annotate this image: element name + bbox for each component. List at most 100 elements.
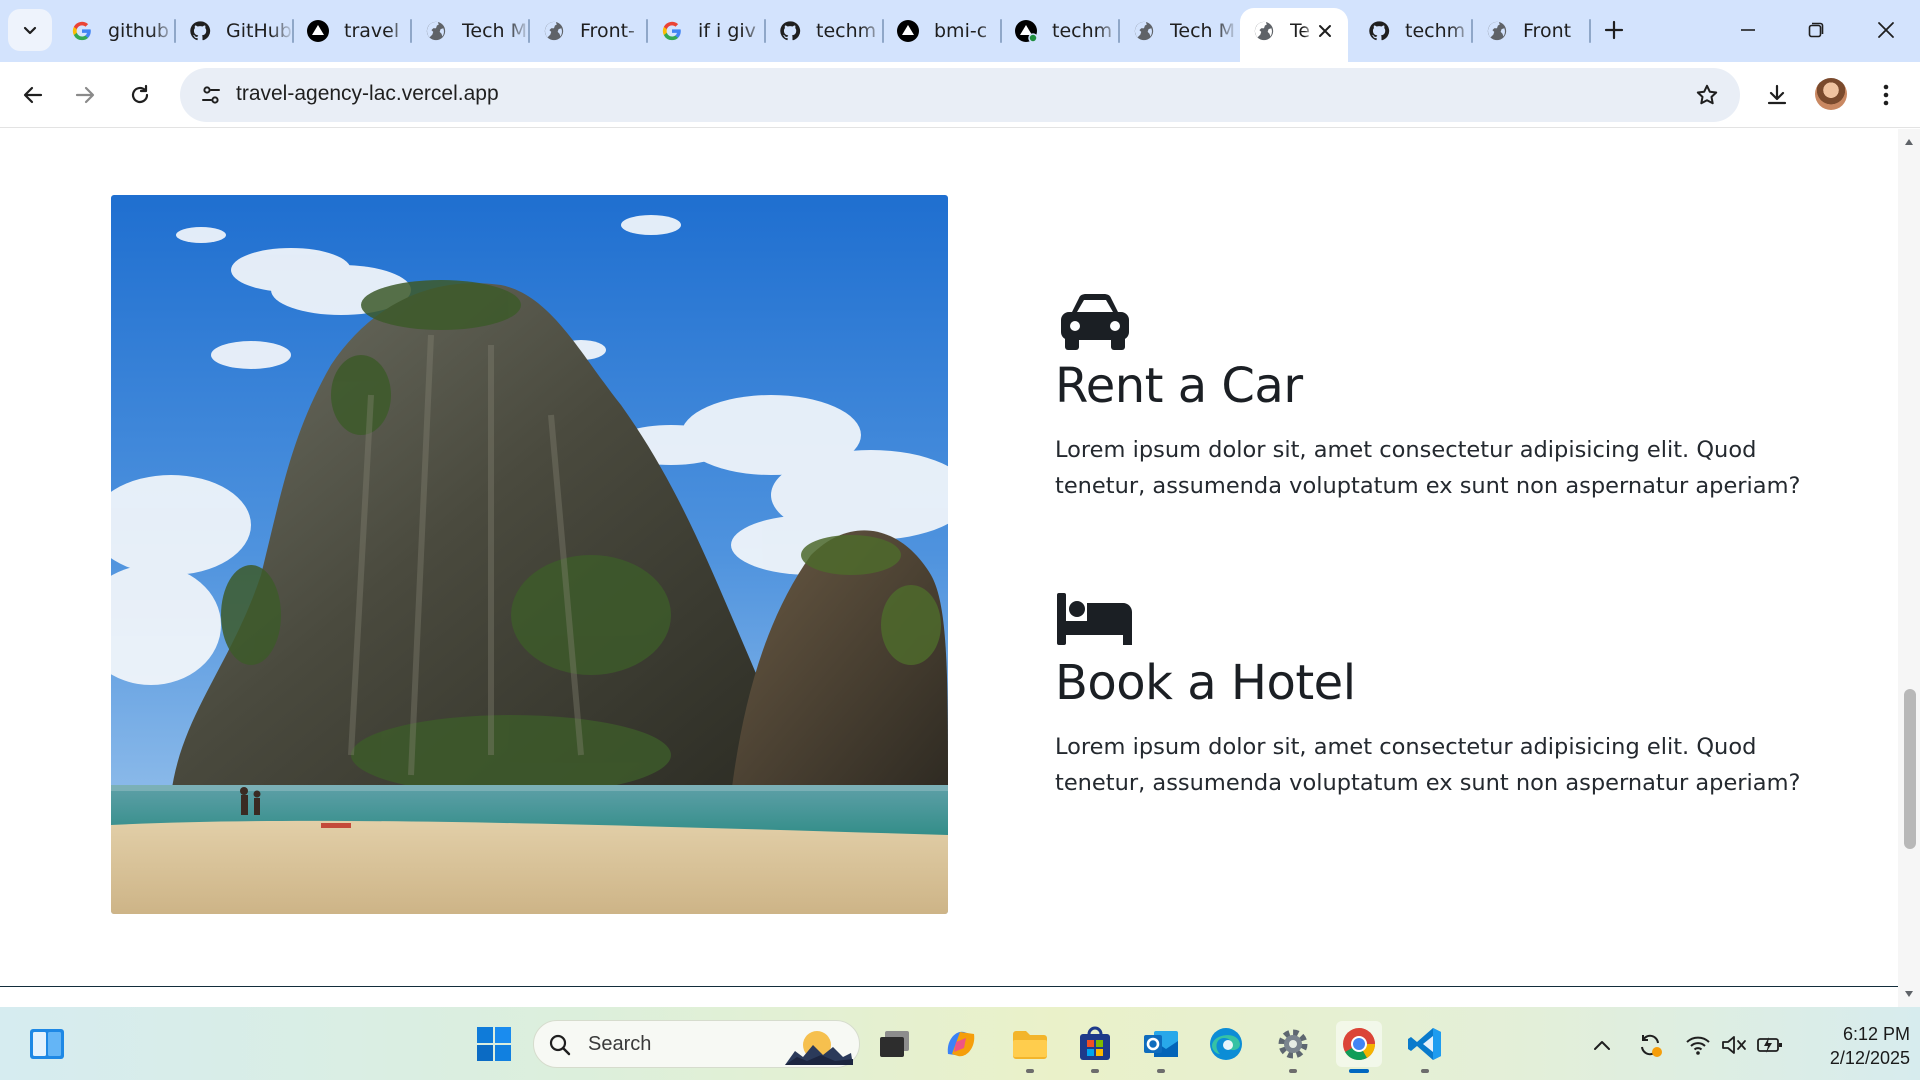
- car-icon: [1061, 294, 1129, 350]
- tab-title: Te: [1290, 20, 1311, 42]
- feature-rent-car: Rent a Car Lorem ipsum dolor sit, amet c…: [1055, 292, 1815, 504]
- restore-button[interactable]: [1782, 0, 1850, 60]
- search-highlight-icon: [785, 1031, 853, 1065]
- url-text: travel-agency-lac.vercel.app: [236, 82, 499, 105]
- close-window-button[interactable]: [1852, 0, 1920, 60]
- sync-status-button[interactable]: [1636, 1031, 1664, 1059]
- wifi-button[interactable]: [1684, 1031, 1712, 1059]
- clock-date: 2/12/2025: [1829, 1048, 1910, 1068]
- volume-button[interactable]: [1720, 1031, 1748, 1059]
- vercel-icon: [1014, 19, 1038, 43]
- edge-button[interactable]: [1203, 1021, 1249, 1067]
- chrome-button[interactable]: [1336, 1021, 1382, 1073]
- tab-title: techm: [1405, 20, 1466, 42]
- tab-title: techm: [816, 20, 877, 42]
- vscode-button[interactable]: [1402, 1021, 1448, 1073]
- running-indicator: [1421, 1069, 1429, 1073]
- reload-icon: [131, 84, 149, 104]
- widgets-icon: [30, 1029, 64, 1059]
- minimize-button[interactable]: [1714, 0, 1782, 60]
- limestone-cliff-beach-photo: [111, 195, 948, 914]
- web-page: Rent a Car Lorem ipsum dolor sit, amet c…: [0, 129, 1898, 987]
- close-tab-button[interactable]: [1312, 18, 1338, 44]
- page-scrollbar[interactable]: [1898, 129, 1920, 1007]
- tab-title: techm: [1052, 20, 1113, 42]
- show-hidden-icons-button[interactable]: [1588, 1031, 1616, 1059]
- browser-tab[interactable]: techm: [766, 9, 884, 53]
- chrome-icon: [1343, 1028, 1375, 1061]
- arrow-left-icon: [23, 86, 43, 104]
- profile-avatar[interactable]: [1815, 78, 1847, 110]
- feature-text: Lorem ipsum dolor sit, amet consectetur …: [1055, 437, 1801, 499]
- tab-title: Front: [1523, 20, 1572, 42]
- copilot-button[interactable]: [938, 1021, 984, 1067]
- bookmark-button[interactable]: [1688, 76, 1726, 114]
- forward-button[interactable]: [64, 74, 106, 116]
- scroll-up-button[interactable]: [1898, 133, 1920, 151]
- browser-tab-active[interactable]: Te: [1240, 8, 1348, 62]
- github-icon: [778, 19, 802, 43]
- caret-down-icon: [1905, 991, 1913, 997]
- file-explorer-button[interactable]: [1007, 1021, 1053, 1073]
- browser-tab[interactable]: github: [58, 9, 176, 53]
- tab-title: Tech M: [462, 20, 527, 42]
- windows-logo-icon: [477, 1027, 511, 1061]
- address-bar[interactable]: travel-agency-lac.vercel.app: [180, 68, 1740, 122]
- wifi-icon: [1686, 1036, 1710, 1055]
- taskbar-search-box[interactable]: Search: [533, 1020, 860, 1068]
- start-button[interactable]: [471, 1021, 517, 1067]
- scroll-thumb[interactable]: [1904, 689, 1916, 849]
- new-tab-button[interactable]: [1596, 12, 1632, 48]
- running-indicator: [1091, 1069, 1099, 1073]
- browser-tab[interactable]: Front-: [530, 9, 648, 53]
- scroll-down-button[interactable]: [1898, 985, 1920, 1003]
- globe-icon: [542, 19, 566, 43]
- browser-tab[interactable]: techm: [1002, 9, 1120, 53]
- feature-title: Book a Hotel: [1055, 655, 1356, 711]
- tab-title: github: [108, 20, 169, 42]
- vercel-icon: [896, 19, 920, 43]
- browser-tab[interactable]: Tech M: [1120, 9, 1238, 53]
- downloads-button[interactable]: [1756, 74, 1798, 116]
- battery-button[interactable]: [1756, 1031, 1784, 1059]
- widgets-button[interactable]: [24, 1021, 70, 1067]
- globe-icon: [1132, 19, 1156, 43]
- tab-title: Front-: [580, 20, 635, 42]
- running-indicator: [1026, 1069, 1034, 1073]
- system-clock[interactable]: 6:12 PM 2/12/2025: [1790, 1022, 1910, 1070]
- google-icon: [70, 19, 94, 43]
- search-icon: [549, 1034, 571, 1056]
- restore-icon: [1808, 22, 1824, 38]
- github-icon: [1367, 19, 1391, 43]
- browser-tab[interactable]: Tech M: [412, 9, 530, 53]
- feature-book-hotel: Book a Hotel Lorem ipsum dolor sit, amet…: [1055, 589, 1815, 801]
- copilot-icon: [947, 1031, 975, 1057]
- tab-title: bmi-c: [934, 20, 988, 42]
- browser-tab[interactable]: GitHub: [176, 9, 294, 53]
- reload-button[interactable]: [119, 74, 161, 116]
- page-footer: [0, 986, 1898, 987]
- outlook-button[interactable]: [1138, 1021, 1184, 1073]
- bed-icon: [1057, 593, 1132, 645]
- edge-icon: [1210, 1028, 1242, 1060]
- tab-search-button[interactable]: [8, 9, 52, 51]
- browser-tab[interactable]: Front: [1473, 9, 1591, 53]
- gear-icon: [1278, 1029, 1308, 1059]
- settings-button[interactable]: [1270, 1021, 1316, 1073]
- browser-menu-button[interactable]: [1865, 74, 1907, 116]
- download-icon: [1767, 84, 1787, 105]
- browser-tab[interactable]: if i giv: [648, 9, 766, 53]
- battery-charging-icon: [1757, 1037, 1782, 1053]
- browser-tab[interactable]: travel: [294, 9, 412, 53]
- store-button[interactable]: [1072, 1021, 1118, 1073]
- globe-icon: [1252, 19, 1276, 43]
- browser-tab[interactable]: techm: [1355, 9, 1473, 53]
- google-icon: [660, 19, 684, 43]
- chevron-down-icon: [23, 26, 37, 35]
- back-button[interactable]: [12, 74, 54, 116]
- site-info-button[interactable]: [192, 76, 230, 114]
- volume-muted-icon: [1722, 1036, 1746, 1054]
- browser-tab[interactable]: bmi-c: [884, 9, 1002, 53]
- task-view-button[interactable]: [872, 1021, 918, 1067]
- outlook-icon: [1144, 1031, 1178, 1057]
